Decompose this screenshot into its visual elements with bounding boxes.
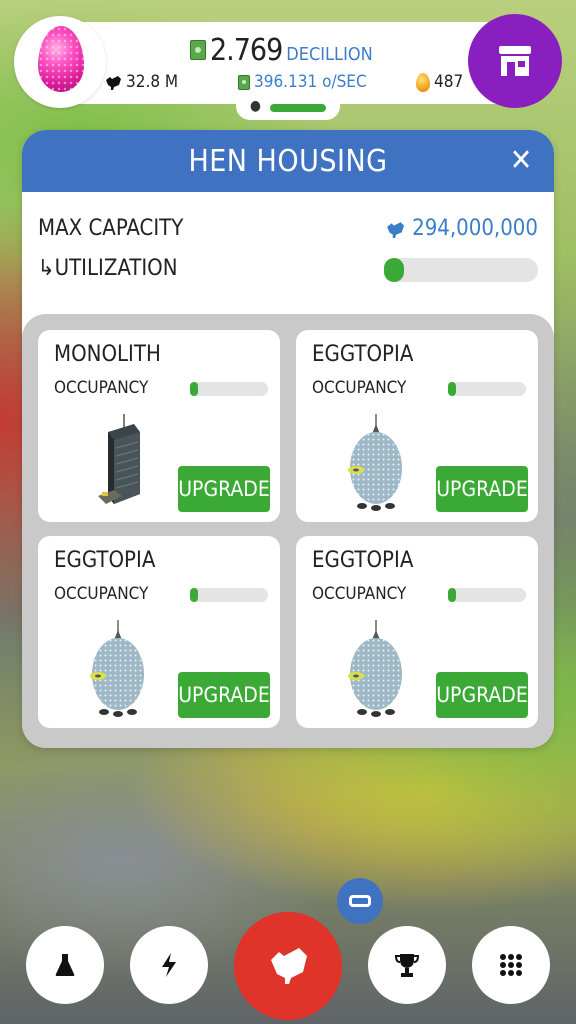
upgrade-button[interactable]: UPGRADE — [436, 466, 528, 512]
eggtopia-hab-image — [348, 414, 402, 511]
hab-name: EGGTOPIA — [54, 548, 156, 573]
hab-status-pill[interactable]: ● — [236, 94, 340, 120]
eggtopia-hab-image — [90, 620, 144, 717]
boost-button[interactable] — [130, 926, 208, 1004]
max-capacity-label: MAX CAPACITY — [38, 216, 184, 241]
monolith-hab-image — [98, 414, 140, 504]
chicken-silhouette-icon — [106, 76, 121, 90]
max-capacity-value-wrap: 294,000,000 — [384, 216, 538, 241]
occupancy-label: OCCUPANCY — [312, 584, 407, 604]
hab-status-bar — [270, 104, 326, 112]
occupancy-label: OCCUPANCY — [54, 584, 149, 604]
money-unit: DECILLION — [286, 44, 373, 65]
menu-button[interactable] — [472, 926, 550, 1004]
max-capacity-row: MAX CAPACITY 294,000,000 — [38, 216, 538, 246]
shop-icon — [499, 46, 531, 76]
occupancy-bar — [448, 382, 526, 396]
rectangle-icon — [349, 895, 371, 907]
golden-egg-count: 487 — [416, 72, 463, 92]
occupancy-bar-fill — [448, 382, 456, 396]
close-icon[interactable]: ✕ — [506, 146, 536, 176]
golden-egg-value: 487 — [434, 72, 464, 92]
hab-grid: MONOLITH OCCUPANCY UPGRADE EGGTOPIA OCCU… — [22, 314, 554, 748]
chicken-count: 32.8 M — [104, 72, 178, 92]
trophy-icon — [395, 954, 419, 977]
golden-egg-icon — [416, 72, 430, 92]
grid-menu-icon — [500, 954, 522, 976]
hab-name: EGGTOPIA — [312, 548, 414, 573]
occupancy-bar-fill — [190, 382, 198, 396]
utilization-bar-fill — [384, 258, 404, 282]
upgrade-button[interactable]: UPGRADE — [178, 466, 270, 512]
chicken-count-value: 32.8 M — [126, 72, 179, 92]
cash-small-icon — [238, 74, 250, 90]
money-value: 2.769 — [210, 33, 283, 68]
occupancy-bar — [190, 382, 268, 396]
hab-name: EGGTOPIA — [312, 342, 414, 367]
hab-view-toggle-button[interactable] — [337, 878, 383, 924]
shop-button[interactable] — [468, 14, 562, 108]
occupancy-bar — [448, 588, 526, 602]
money-display: 2.769 DECILLION — [190, 30, 373, 66]
utilization-row: ↳UTILIZATION — [38, 256, 538, 286]
panel-header: HEN HOUSING ✕ — [22, 130, 554, 192]
hab-card: MONOLITH OCCUPANCY UPGRADE — [38, 330, 280, 522]
hab-card: EGGTOPIA OCCUPANCY UPGRADE — [296, 330, 538, 522]
occupancy-label: OCCUPANCY — [54, 378, 149, 398]
earning-rate-value: 396.131 o/SEC — [254, 72, 367, 92]
occupancy-bar-fill — [448, 588, 456, 602]
utilization-bar — [384, 258, 538, 282]
occupancy-label: OCCUPANCY — [312, 378, 407, 398]
panel-title: HEN HOUSING — [188, 143, 388, 179]
flask-icon — [55, 954, 75, 976]
occupancy-bar — [190, 588, 268, 602]
lightning-icon — [162, 953, 176, 977]
max-capacity-value: 294,000,000 — [412, 216, 538, 241]
hen-mini-icon: ● — [250, 98, 261, 114]
chicken-icon — [271, 948, 307, 984]
cash-icon — [190, 40, 206, 60]
upgrade-button[interactable]: UPGRADE — [178, 672, 270, 718]
upgrade-button[interactable]: UPGRADE — [436, 672, 528, 718]
hab-name: MONOLITH — [54, 342, 161, 367]
hab-card: EGGTOPIA OCCUPANCY UPGRADE — [38, 536, 280, 728]
current-egg-button[interactable] — [14, 16, 106, 108]
occupancy-bar-fill — [190, 588, 198, 602]
main-chicken-button[interactable] — [234, 912, 342, 1020]
chicken-silhouette-icon — [387, 221, 405, 238]
utilization-label: ↳UTILIZATION — [38, 256, 178, 281]
hab-card: EGGTOPIA OCCUPANCY UPGRADE — [296, 536, 538, 728]
earning-rate: 396.131 o/SEC — [238, 72, 367, 92]
hen-housing-panel: HEN HOUSING ✕ MAX CAPACITY 294,000,000 ↳… — [22, 130, 554, 748]
pink-egg-icon — [38, 26, 84, 92]
research-button[interactable] — [26, 926, 104, 1004]
stats-row: 32.8 M 396.131 o/SEC 487 — [100, 72, 470, 94]
eggtopia-hab-image — [348, 620, 402, 717]
trophy-button[interactable] — [368, 926, 446, 1004]
